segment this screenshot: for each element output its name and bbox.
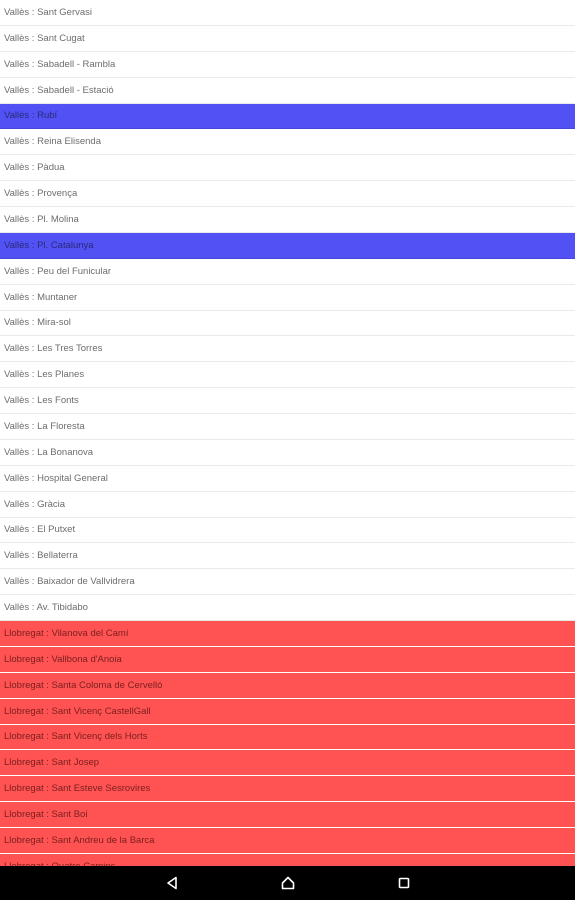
station-label: Llobregat : Sant Vicenç dels Horts (4, 731, 148, 743)
recents-icon (398, 877, 409, 889)
android-nav-bar (0, 866, 575, 900)
station-label: Llobregat : Vilanova del Camí (4, 627, 129, 639)
station-label: Vallès : Reina Elisenda (4, 136, 101, 148)
station-row[interactable]: Vallès : La Floresta (0, 414, 575, 440)
station-row[interactable]: Vallès : Av. Tibidabo (0, 595, 575, 621)
station-label: Vallès : Les Tres Torres (4, 343, 103, 355)
station-row[interactable]: Vallès : Pàdua (0, 155, 575, 182)
station-row[interactable]: Vallès : Sant Gervasi (0, 0, 575, 26)
station-row[interactable]: Vallès : La Bonanova (0, 440, 575, 466)
station-label: Vallès : Bellaterra (4, 550, 78, 562)
station-row[interactable]: Llobregat : Sant Boi (0, 802, 575, 828)
station-row[interactable]: Llobregat : Sant Vicenç dels Horts (0, 724, 575, 751)
back-icon (166, 876, 177, 890)
station-label: Llobregat : Santa Coloma de Cervelló (4, 679, 163, 691)
station-row[interactable]: Llobregat : Quatre Camins (0, 853, 575, 866)
station-label: Llobregat : Sant Josep (4, 757, 100, 769)
station-label: Vallès : Muntaner (4, 291, 78, 303)
station-list[interactable]: Vallès : Sant Gervasi Vallès : Sant Cugat… (0, 0, 575, 866)
station-row[interactable]: Vallès : Gràcia (0, 492, 575, 518)
station-row[interactable]: Llobregat : Sant Vicenç CastellGall (0, 698, 575, 725)
station-label: Vallès : Peu del Funicular (4, 265, 112, 277)
station-label: Llobregat : Sant Vicenç CastellGall (4, 705, 151, 717)
station-label: Vallès : El Putxet (4, 524, 76, 536)
station-row[interactable]: Vallès : Sabadell - Estació (0, 78, 575, 104)
station-row[interactable]: Vallès : Reina Elisenda (0, 129, 575, 156)
station-label: Vallès : La Bonanova (4, 446, 94, 458)
station-label: Vallès : Pl. Catalunya (4, 239, 94, 251)
station-label: Llobregat : Sant Boi (4, 809, 88, 821)
station-label: Vallès : Pàdua (4, 162, 65, 174)
station-row[interactable]: Vallès : Sant Cugat (0, 26, 575, 52)
station-label: Vallès : Sabadell - Rambla (4, 58, 116, 70)
station-row[interactable]: Vallès : Provença (0, 181, 575, 207)
station-row[interactable]: Vallès : Hospital General (0, 466, 575, 492)
home-button[interactable] (230, 866, 346, 900)
station-row[interactable]: Vallès : Pl. Catalunya (0, 232, 575, 259)
back-button[interactable] (114, 866, 230, 900)
station-label: Llobregat : Vallbona d'Anoia (4, 653, 122, 665)
station-label: Vallès : Sant Cugat (4, 32, 85, 44)
station-label: Vallès : Sant Gervasi (4, 6, 93, 18)
station-label: Vallès : Sabadell - Estació (4, 84, 114, 96)
station-row[interactable]: Vallès : Mira-sol (0, 311, 575, 337)
station-row[interactable]: Llobregat : Vilanova del Camí (0, 621, 575, 647)
station-row[interactable]: Vallès : Les Tres Torres (0, 336, 575, 363)
station-row[interactable]: Llobregat : Santa Coloma de Cervelló (0, 672, 575, 699)
station-row[interactable]: Vallès : Rubí (0, 103, 575, 130)
station-label: Vallès : Les Planes (4, 369, 85, 381)
station-label: Vallès : Baixador de Vallvidrera (4, 576, 135, 588)
station-label: Vallès : Mira-sol (4, 317, 71, 329)
station-label: Vallès : Provença (4, 188, 78, 200)
station-label: Llobregat : Sant Esteve Sesrovires (4, 783, 151, 795)
station-row[interactable]: Vallès : Muntaner (0, 285, 575, 311)
station-label: Vallès : La Floresta (4, 420, 85, 432)
station-row[interactable]: Vallès : Pl. Molina (0, 207, 575, 233)
station-row[interactable]: Vallès : Bellaterra (0, 543, 575, 570)
recents-button[interactable] (346, 866, 462, 900)
station-label: Vallès : Gràcia (4, 498, 66, 510)
home-icon (281, 876, 294, 890)
station-row[interactable]: Llobregat : Sant Andreu de la Barca (0, 828, 575, 854)
station-row[interactable]: Vallès : El Putxet (0, 518, 575, 544)
station-row[interactable]: Vallès : Baixador de Vallvidrera (0, 569, 575, 596)
station-row[interactable]: Vallès : Les Planes (0, 362, 575, 389)
station-row[interactable]: Vallès : Les Fonts (0, 388, 575, 414)
station-label: Vallès : Av. Tibidabo (4, 602, 88, 614)
station-row[interactable]: Vallès : Sabadell - Rambla (0, 52, 575, 78)
station-row[interactable]: Vallès : Peu del Funicular (0, 259, 575, 285)
station-row[interactable]: Llobregat : Vallbona d'Anoia (0, 646, 575, 673)
station-row[interactable]: Llobregat : Sant Josep (0, 750, 575, 777)
station-label: Llobregat : Sant Andreu de la Barca (4, 834, 155, 846)
station-label: Vallès : Pl. Molina (4, 213, 79, 225)
station-row[interactable]: Llobregat : Sant Esteve Sesrovires (0, 776, 575, 803)
station-label: Vallès : Hospital General (4, 472, 108, 484)
station-label: Vallès : Rubí (4, 110, 58, 122)
station-label: Vallès : Les Fonts (4, 395, 79, 407)
